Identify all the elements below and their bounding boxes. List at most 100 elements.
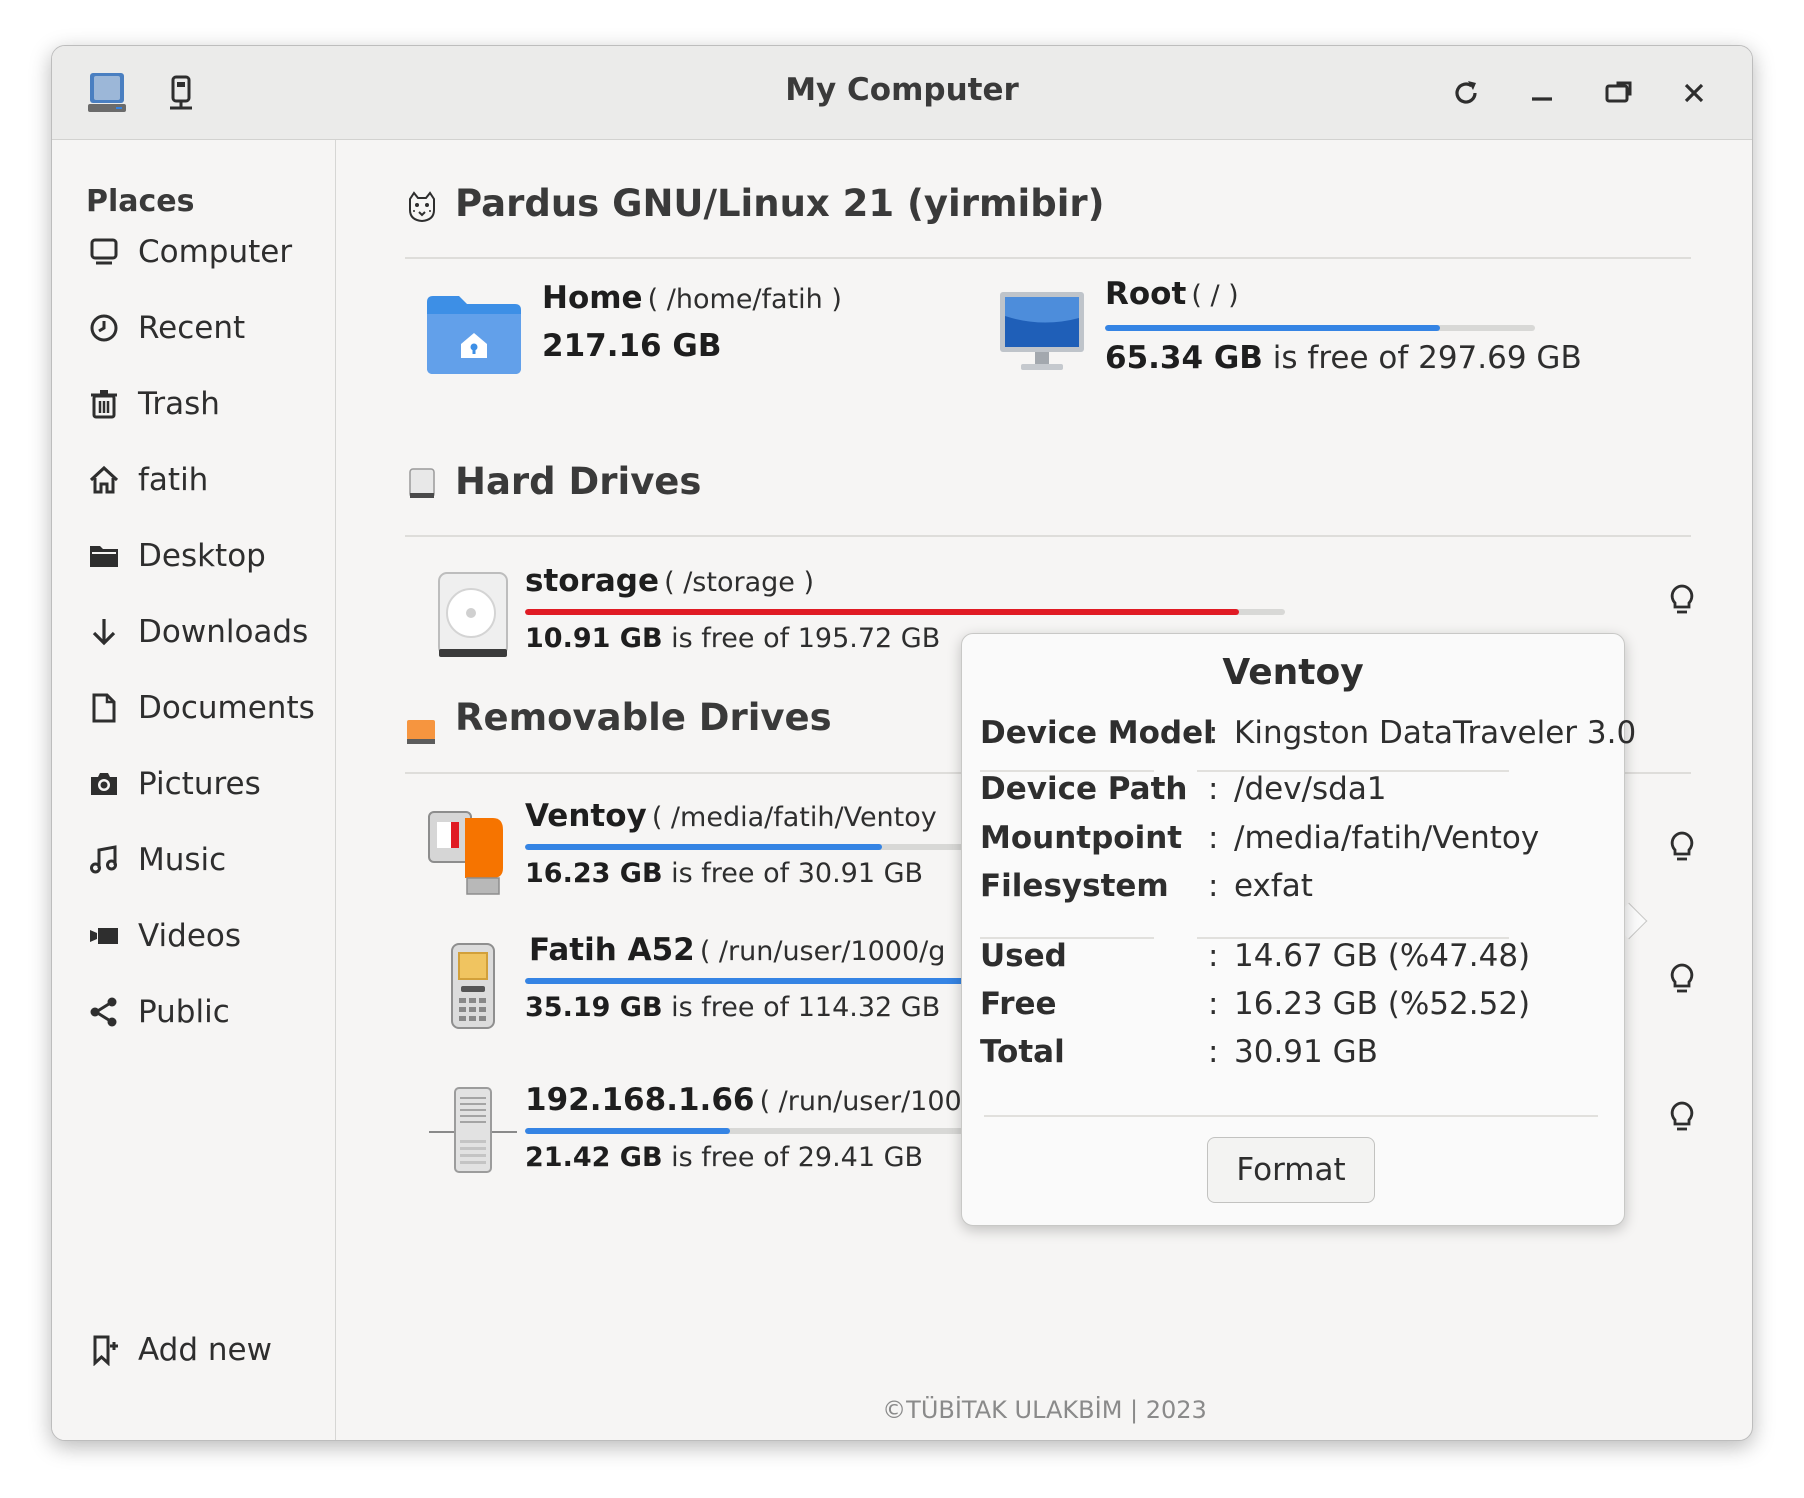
hard-drives-title: Hard Drives bbox=[455, 460, 702, 503]
removable-drives-title: Removable Drives bbox=[455, 696, 832, 739]
popover-colon: : bbox=[1208, 986, 1219, 1022]
lightbulb-icon bbox=[1670, 1101, 1694, 1131]
popover-value: 16.23 GB (%52.52) bbox=[1234, 986, 1531, 1022]
popover-value: 14.67 GB (%47.48) bbox=[1234, 938, 1531, 974]
drive-path: ( /run/user/100 bbox=[759, 1086, 962, 1117]
sidebar-item-music[interactable]: Music bbox=[86, 835, 326, 885]
sidebar-item-label: Public bbox=[138, 994, 230, 1030]
popover-value: /media/fatih/Ventoy bbox=[1234, 820, 1540, 856]
drive-path: ( /storage ) bbox=[664, 567, 814, 598]
sidebar-item-label: Videos bbox=[138, 918, 242, 954]
popover-row-used: Used : 14.67 GB (%47.48) bbox=[980, 938, 1530, 974]
video-icon bbox=[86, 918, 122, 954]
root-usage-bar bbox=[1105, 325, 1535, 331]
popover-key: Used bbox=[980, 938, 1067, 974]
drive-usage-bar bbox=[525, 609, 1285, 615]
sidebar-item-videos[interactable]: Videos bbox=[86, 911, 326, 961]
drive-info-button[interactable] bbox=[1657, 1092, 1707, 1142]
phone-icon bbox=[451, 943, 495, 1029]
drive-free-amount: 10.91 GB bbox=[525, 623, 663, 654]
add-new-label: Add new bbox=[138, 1332, 272, 1368]
download-arrow-icon bbox=[86, 614, 122, 650]
popover-key: Device Path bbox=[980, 771, 1188, 807]
maximize-icon bbox=[1605, 81, 1632, 103]
sidebar-item-trash[interactable]: Trash bbox=[86, 379, 326, 429]
drive-name: 192.168.1.66 bbox=[525, 1082, 755, 1118]
drive-free-of: is free of 30.91 GB bbox=[671, 858, 924, 889]
section-divider bbox=[405, 535, 1691, 537]
monitor-icon bbox=[1000, 292, 1084, 370]
home-path: ( /home/fatih ) bbox=[647, 284, 842, 315]
drive-free-amount: 16.23 GB bbox=[525, 858, 663, 889]
sidebar-item-label: Recent bbox=[138, 310, 246, 346]
drive-free-amount: 35.19 GB bbox=[525, 992, 663, 1023]
maximize-button[interactable] bbox=[1593, 68, 1643, 118]
sidebar-item-desktop[interactable]: Desktop bbox=[86, 531, 326, 581]
places-title: Places bbox=[86, 184, 195, 219]
format-button[interactable]: Format bbox=[1207, 1137, 1375, 1203]
drive-name: Fatih A52 bbox=[529, 932, 695, 968]
refresh-icon bbox=[1455, 81, 1477, 104]
hard-disk-icon bbox=[438, 572, 508, 657]
drive-info-button[interactable] bbox=[1657, 575, 1707, 625]
minimize-button[interactable] bbox=[1517, 68, 1567, 118]
root-free-amount: 65.34 GB bbox=[1105, 340, 1263, 376]
drive-details-popover: Ventoy Device Model : Kingston DataTrave… bbox=[961, 633, 1636, 1226]
popover-row-total: Total : 30.91 GB bbox=[980, 1034, 1378, 1070]
drive-info-button[interactable] bbox=[1657, 822, 1707, 872]
computer-icon bbox=[86, 234, 122, 270]
root-free-of: is free of 297.69 GB bbox=[1272, 340, 1582, 376]
sidebar-item-label: Pictures bbox=[138, 766, 261, 802]
popover-row-path: Device Path : /dev/sda1 bbox=[980, 771, 1387, 807]
popover-row-filesystem: Filesystem : exfat bbox=[980, 868, 1313, 904]
section-divider bbox=[405, 257, 1691, 259]
root-entry[interactable]: Root ( / ) 65.34 GB is free of 297.69 GB bbox=[997, 276, 1647, 410]
root-name: Root bbox=[1105, 276, 1187, 312]
drive-info-button[interactable] bbox=[1657, 954, 1707, 1004]
pardus-leopard-icon bbox=[409, 191, 435, 223]
sidebar-item-computer[interactable]: Computer bbox=[86, 227, 326, 277]
lightbulb-icon bbox=[1670, 831, 1694, 861]
popover-colon: : bbox=[1208, 938, 1219, 974]
system-title: Pardus GNU/Linux 21 (yirmibir) bbox=[455, 182, 1105, 225]
close-icon bbox=[1684, 83, 1704, 103]
drive-free-text: 10.91 GB is free of 195.72 GB bbox=[525, 623, 940, 654]
add-new-button[interactable]: Add new bbox=[86, 1325, 326, 1375]
sidebar-item-documents[interactable]: Documents bbox=[86, 683, 326, 733]
popover-key: Device Model bbox=[980, 715, 1214, 751]
lightbulb-icon bbox=[1670, 584, 1694, 614]
popover-colon: : bbox=[1208, 771, 1219, 807]
drive-name: storage bbox=[525, 563, 659, 599]
popover-value: exfat bbox=[1234, 868, 1313, 904]
popover-value: Kingston DataTraveler 3.0 bbox=[1234, 715, 1637, 751]
sidebar-item-recent[interactable]: Recent bbox=[86, 303, 326, 353]
home-entry[interactable]: Home ( /home/fatih ) 217.16 GB bbox=[407, 280, 1087, 410]
sidebar-item-label: Desktop bbox=[138, 538, 266, 574]
sidebar-item-public[interactable]: Public bbox=[86, 987, 326, 1037]
refresh-button[interactable] bbox=[1441, 68, 1491, 118]
popover-key: Free bbox=[980, 986, 1057, 1022]
usage-bar-fill bbox=[1105, 325, 1441, 331]
hard-drive-section-icon bbox=[409, 468, 435, 498]
popover-key: Total bbox=[980, 1034, 1065, 1070]
folder-icon bbox=[86, 538, 122, 574]
window-title: My Computer bbox=[785, 72, 1019, 108]
minimize-icon bbox=[1532, 97, 1552, 101]
drive-free-of: is free of 114.32 GB bbox=[671, 992, 941, 1023]
popover-row-model: Device Model : Kingston DataTraveler 3.0 bbox=[980, 715, 1636, 751]
close-button[interactable] bbox=[1669, 68, 1719, 118]
popover-colon: : bbox=[1208, 820, 1219, 856]
drive-path: ( /run/user/1000/g bbox=[699, 936, 946, 967]
sidebar-item-downloads[interactable]: Downloads bbox=[86, 607, 326, 657]
popover-row-mountpoint: Mountpoint : /media/fatih/Ventoy bbox=[980, 820, 1539, 856]
places-sidebar: Places Computer Recent Trash fatih Deskt… bbox=[52, 140, 336, 1440]
drive-path: ( /media/fatih/Ventoy bbox=[651, 802, 937, 833]
sidebar-item-fatih[interactable]: fatih bbox=[86, 455, 326, 505]
drive-free-amount: 21.42 GB bbox=[525, 1142, 663, 1173]
root-free-text: 65.34 GB is free of 297.69 GB bbox=[1105, 340, 1582, 376]
sidebar-item-pictures[interactable]: Pictures bbox=[86, 759, 326, 809]
main-window: My Computer Places Computer Recent Trash… bbox=[51, 45, 1753, 1441]
popover-row-free: Free : 16.23 GB (%52.52) bbox=[980, 986, 1530, 1022]
popover-key: Filesystem bbox=[980, 868, 1169, 904]
sidebar-item-label: Trash bbox=[138, 386, 220, 422]
